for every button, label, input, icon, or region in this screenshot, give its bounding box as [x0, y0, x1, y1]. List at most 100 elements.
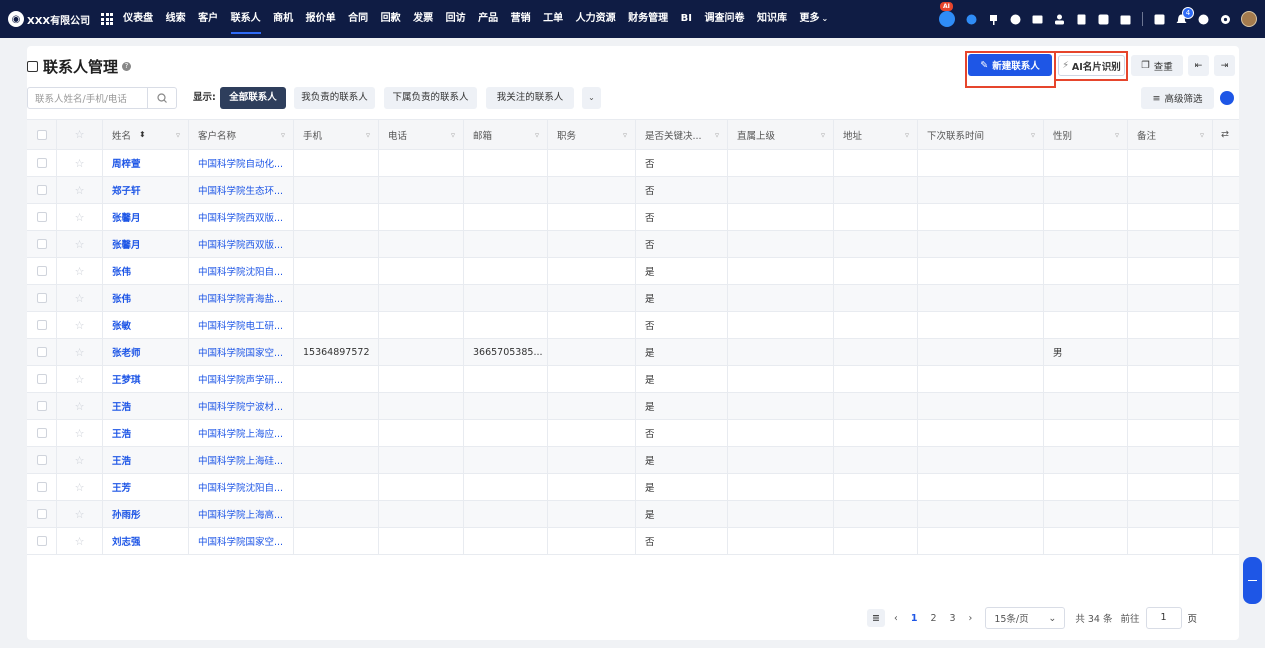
page-size-select[interactable]: 15条/页 ⌄: [985, 607, 1066, 629]
table-row[interactable]: ☆ 王梦琪 中国科学院声学研... 是: [27, 366, 1239, 393]
more-tabs-button[interactable]: ⌄: [582, 87, 601, 109]
search-button[interactable]: [147, 88, 176, 108]
cell-name[interactable]: 张敏: [103, 312, 189, 338]
nav-item[interactable]: 回款: [381, 0, 401, 38]
column-filter-icon[interactable]: ▿: [821, 130, 825, 139]
page-1[interactable]: 1: [911, 613, 918, 624]
cell-name[interactable]: 王浩: [103, 420, 189, 446]
nav-item[interactable]: 线索: [166, 0, 186, 38]
report-icon[interactable]: [1154, 14, 1165, 25]
nav-item[interactable]: 更多 ⌄: [799, 0, 828, 38]
nav-item[interactable]: BI: [681, 0, 692, 38]
column-filter-icon[interactable]: ▿: [1200, 130, 1204, 139]
cell-customer[interactable]: 中国科学院上海硅...: [189, 447, 294, 473]
help-icon[interactable]: [1198, 14, 1209, 25]
favorite-star-icon[interactable]: ☆: [57, 177, 103, 203]
cell-name[interactable]: 张伟: [103, 258, 189, 284]
apps-grid-icon[interactable]: [101, 13, 114, 25]
table-row[interactable]: ☆ 张老师 中国科学院国家空... 15364897572 3665705385... 是…: [27, 339, 1239, 366]
cell-name[interactable]: 张老师: [103, 339, 189, 365]
new-contact-button[interactable]: ✎ 新建联系人: [968, 54, 1052, 76]
column-header[interactable]: 地址 ▿: [834, 120, 918, 149]
dedupe-button[interactable]: ❐ 查重: [1131, 55, 1183, 76]
cell-name[interactable]: 郑子轩: [103, 177, 189, 203]
chat-icon[interactable]: [966, 14, 977, 25]
cell-name[interactable]: 张伟: [103, 285, 189, 311]
compass-icon[interactable]: [1010, 14, 1021, 25]
advanced-filter-button[interactable]: ≡ 高级筛选: [1141, 87, 1214, 109]
column-header[interactable]: 是否关键决... ▿: [636, 120, 728, 149]
cell-customer[interactable]: 中国科学院沈阳自...: [189, 258, 294, 284]
column-filter-icon[interactable]: ▿: [1031, 130, 1035, 139]
favorite-star-icon[interactable]: ☆: [57, 447, 103, 473]
favorite-star-icon[interactable]: ☆: [57, 258, 103, 284]
cell-customer[interactable]: 中国科学院西双版...: [189, 231, 294, 257]
nav-item[interactable]: 营销: [511, 0, 531, 38]
favorite-star-icon[interactable]: ☆: [57, 474, 103, 500]
nav-item[interactable]: 报价单: [306, 0, 336, 38]
nav-item[interactable]: 合同: [348, 0, 368, 38]
cell-customer[interactable]: 中国科学院声学研...: [189, 366, 294, 392]
table-row[interactable]: ☆ 张馨月 中国科学院西双版... 否: [27, 204, 1239, 231]
column-header[interactable]: 性别 ▿: [1044, 120, 1128, 149]
favorite-star-icon[interactable]: ☆: [57, 528, 103, 554]
table-row[interactable]: ☆ 张伟 中国科学院沈阳自... 是: [27, 258, 1239, 285]
row-checkbox[interactable]: [27, 393, 57, 419]
next-page-button[interactable]: ›: [969, 613, 973, 624]
cell-name[interactable]: 刘志强: [103, 528, 189, 554]
column-header[interactable]: 邮箱 ▿: [464, 120, 548, 149]
row-checkbox[interactable]: [27, 231, 57, 257]
help-circle-icon[interactable]: ?: [122, 61, 132, 71]
pin-icon[interactable]: [988, 14, 999, 25]
row-checkbox[interactable]: [27, 312, 57, 338]
column-filter-icon[interactable]: ▿: [905, 130, 909, 139]
nav-item[interactable]: 财务管理: [628, 0, 668, 38]
calendar-icon[interactable]: [1120, 14, 1131, 25]
cell-name[interactable]: 张馨月: [103, 231, 189, 257]
nav-item[interactable]: 发票: [413, 0, 433, 38]
column-header[interactable]: 姓名 ⬍ ▿: [103, 120, 189, 149]
column-header[interactable]: 职务 ▿: [548, 120, 636, 149]
column-filter-icon[interactable]: ▿: [281, 130, 285, 139]
page-2[interactable]: 2: [930, 613, 936, 624]
search-input[interactable]: 联系人姓名/手机/电话: [28, 91, 147, 105]
user-icon[interactable]: [1054, 14, 1065, 25]
user-avatar[interactable]: [1241, 11, 1257, 27]
column-header[interactable]: 直属上级 ▿: [728, 120, 834, 149]
ai-card-button[interactable]: ⚡ AI名片识别: [1058, 55, 1125, 76]
cell-name[interactable]: 孙雨彤: [103, 501, 189, 527]
favorite-star-icon[interactable]: ☆: [57, 204, 103, 230]
table-row[interactable]: ☆ 张馨月 中国科学院西双版... 否: [27, 231, 1239, 258]
table-row[interactable]: ☆ 郑子轩 中国科学院生态环... 否: [27, 177, 1239, 204]
column-filter-icon[interactable]: ▿: [715, 130, 719, 139]
favorite-star-icon[interactable]: ☆: [57, 285, 103, 311]
column-header[interactable]: 电话 ▿: [379, 120, 464, 149]
column-filter-icon[interactable]: ▿: [1115, 130, 1119, 139]
column-filter-icon[interactable]: ▿: [451, 130, 455, 139]
table-row[interactable]: ☆ 张敏 中国科学院电工研... 否: [27, 312, 1239, 339]
prev-page-button[interactable]: ‹: [894, 613, 898, 624]
column-header[interactable]: 客户名称 ▿: [189, 120, 294, 149]
nav-item[interactable]: 调查问卷: [704, 0, 744, 38]
row-checkbox[interactable]: [27, 501, 57, 527]
cell-customer[interactable]: 中国科学院国家空...: [189, 339, 294, 365]
cell-name[interactable]: 周梓萱: [103, 150, 189, 176]
mail-icon[interactable]: [1032, 14, 1043, 25]
nav-item[interactable]: 工单: [543, 0, 563, 38]
row-checkbox[interactable]: [27, 366, 57, 392]
nav-item[interactable]: 产品: [478, 0, 498, 38]
list-view-icon[interactable]: ≣: [867, 609, 885, 627]
cell-customer[interactable]: 中国科学院自动化...: [189, 150, 294, 176]
cell-customer[interactable]: 中国科学院西双版...: [189, 204, 294, 230]
cell-name[interactable]: 王浩: [103, 447, 189, 473]
view-toggle-icon[interactable]: [1220, 91, 1234, 105]
phone-icon[interactable]: [1098, 14, 1109, 25]
tab-all-contacts[interactable]: 全部联系人: [220, 87, 286, 109]
table-row[interactable]: ☆ 孙雨彤 中国科学院上海高... 是: [27, 501, 1239, 528]
column-filter-icon[interactable]: ▿: [623, 130, 627, 139]
column-header[interactable]: 下次联系时间 ▿: [918, 120, 1044, 149]
table-row[interactable]: ☆ 刘志强 中国科学院国家空... 否: [27, 528, 1239, 555]
table-row[interactable]: ☆ 王芳 中国科学院沈阳自... 是: [27, 474, 1239, 501]
cell-customer[interactable]: 中国科学院上海高...: [189, 501, 294, 527]
sort-icon[interactable]: ⬍: [139, 130, 146, 139]
